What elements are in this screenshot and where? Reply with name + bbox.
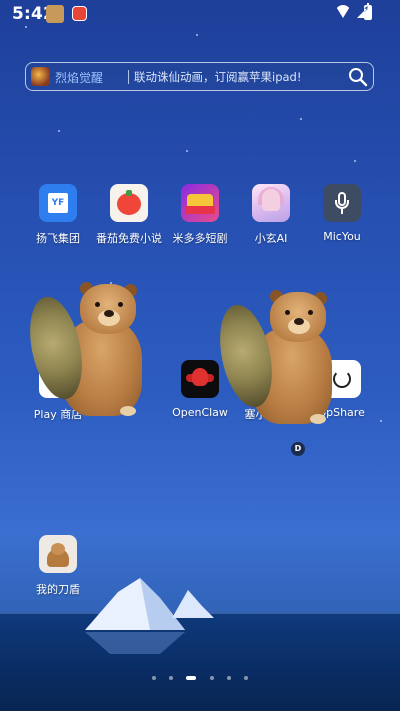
page-dot[interactable] xyxy=(209,675,214,680)
star xyxy=(58,130,60,132)
dog-with-shield-sticker[interactable] xyxy=(21,278,147,418)
divider xyxy=(128,70,129,84)
search-app-name[interactable]: 烈焰觉醒 xyxy=(55,69,103,86)
star xyxy=(196,34,198,36)
wifi-icon xyxy=(335,5,351,18)
battery-charging-icon xyxy=(363,3,372,20)
microphone-icon[interactable] xyxy=(323,184,361,222)
page-dot[interactable] xyxy=(169,675,174,680)
app-label: 扬飞集团 xyxy=(36,232,80,245)
star xyxy=(300,118,302,120)
search-icon[interactable] xyxy=(348,67,368,87)
dog-eye xyxy=(118,302,123,307)
dog-eye xyxy=(285,310,290,315)
page-indicator[interactable] xyxy=(0,667,400,686)
app-yangfei[interactable]: YF 扬飞集团 xyxy=(23,184,93,246)
page-dot[interactable] xyxy=(226,675,231,680)
star xyxy=(186,150,188,152)
app-label: 米多多短剧 xyxy=(172,232,228,245)
app-my-knife-shield[interactable]: 我的刀盾 xyxy=(23,535,93,597)
openclaw-icon[interactable] xyxy=(181,360,219,398)
app-midoduo[interactable]: 米多多短剧 xyxy=(165,184,235,246)
page-dot[interactable] xyxy=(152,675,157,680)
home-screen: 5:42 烈焰觉醒 联动诛仙动画，订阅赢苹果ipad! YF 扬飞集团 番茄免费… xyxy=(0,0,400,711)
app-label: MicYou xyxy=(323,230,361,243)
app-label: 小玄AI xyxy=(254,232,288,245)
dog-shield-icon[interactable] xyxy=(39,535,77,573)
search-widget[interactable]: 烈焰觉醒 联动诛仙动画，订阅赢苹果ipad! xyxy=(25,62,374,91)
app-tomato-novel[interactable]: 番茄免费小说 xyxy=(94,184,164,246)
iceberg-image xyxy=(85,578,214,654)
tomato-novel-icon[interactable] xyxy=(110,184,148,222)
dog-nose xyxy=(294,318,304,325)
dog-with-shield-sticker[interactable] xyxy=(211,286,337,426)
folder-badge[interactable]: D xyxy=(291,442,305,456)
dog-head xyxy=(270,292,326,342)
app-xiaoxuan-ai[interactable]: 小玄AI xyxy=(236,184,306,246)
xiaoxuan-ai-icon[interactable] xyxy=(252,184,290,222)
dog-eye xyxy=(308,310,313,315)
status-bar: 5:42 xyxy=(0,0,400,28)
page-dot[interactable] xyxy=(243,675,248,680)
star xyxy=(380,420,382,422)
dog-paw xyxy=(310,414,326,424)
star xyxy=(354,160,356,162)
dog-nose xyxy=(104,310,114,317)
notification-app-icon xyxy=(72,6,87,21)
notification-avatar-icon xyxy=(46,5,64,23)
dog-eye xyxy=(95,302,100,307)
app-micyou[interactable]: MicYou xyxy=(307,184,377,243)
midoduo-icon[interactable] xyxy=(181,184,219,222)
app-label: 番茄免费小说 xyxy=(96,232,162,245)
dog-head xyxy=(80,284,136,334)
page-dot-active[interactable] xyxy=(186,675,197,680)
dog-paw xyxy=(120,406,136,416)
yangfei-icon[interactable]: YF xyxy=(39,184,77,222)
search-hint[interactable]: 联动诛仙动画，订阅赢苹果ipad! xyxy=(134,69,301,85)
game-app-icon[interactable] xyxy=(31,67,50,86)
app-label: 我的刀盾 xyxy=(36,583,80,596)
